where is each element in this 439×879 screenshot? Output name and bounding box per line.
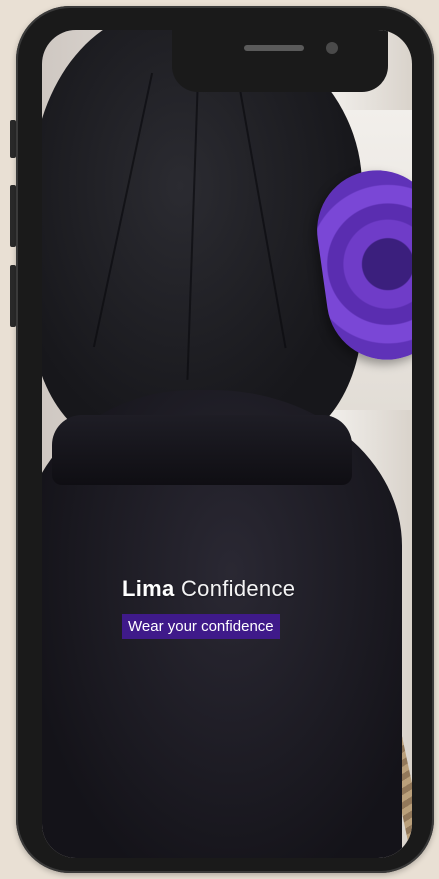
tagline-badge: Wear your confidence — [122, 614, 280, 639]
leggings-waistband — [52, 415, 352, 485]
speaker-grille — [244, 45, 304, 51]
phone-screen: Lima Confidence Wear your confidence — [42, 30, 412, 858]
brand-name-light: Confidence — [180, 576, 296, 601]
phone-notch — [172, 30, 388, 92]
page: Lima Confidence Wear your confidence — [0, 0, 439, 879]
brand-overlay: Lima Confidence Wear your confidence — [122, 576, 295, 639]
brand-title: Lima Confidence — [122, 576, 295, 602]
front-camera — [326, 42, 338, 54]
black-tshirt — [42, 30, 362, 450]
brand-name-bold: Lima — [122, 576, 175, 601]
